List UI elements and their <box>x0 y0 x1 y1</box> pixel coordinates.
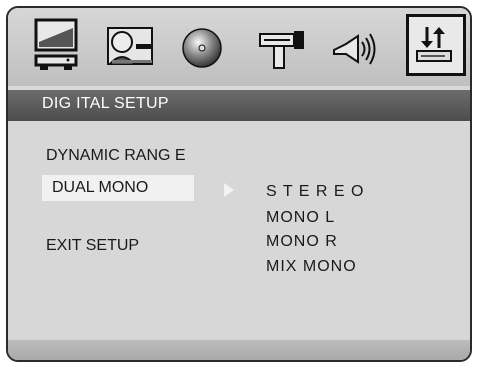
icon-toolbar <box>8 8 470 86</box>
submenu-arrow-icon <box>224 183 234 197</box>
disc-icon[interactable] <box>178 14 238 76</box>
osd-window: DIG ITAL SETUP DYNAMIC RANG E DUAL MONO … <box>6 6 472 362</box>
option-stereo[interactable]: S T E R E O <box>266 183 364 201</box>
section-header: DIG ITAL SETUP <box>8 90 470 121</box>
speaker-sound-icon[interactable] <box>328 14 388 76</box>
menu-item-exit-setup[interactable]: EXIT SETUP <box>46 237 139 255</box>
footer-bar <box>8 340 470 360</box>
menu-panel: DYNAMIC RANG E DUAL MONO EXIT SETUP S T … <box>8 121 470 343</box>
option-mono-l[interactable]: MONO L <box>266 209 335 227</box>
video-camera-icon[interactable] <box>254 14 314 76</box>
option-mix-mono[interactable]: MIX MONO <box>266 258 357 276</box>
page-title: DIG ITAL SETUP <box>42 95 169 112</box>
tv-monitor-icon[interactable] <box>30 14 90 76</box>
option-mono-r[interactable]: MONO R <box>266 233 338 251</box>
person-settings-icon[interactable] <box>102 14 162 76</box>
digital-setup-icon[interactable] <box>406 14 466 76</box>
menu-item-dual-mono[interactable]: DUAL MONO <box>42 175 195 201</box>
menu-item-dynamic-range[interactable]: DYNAMIC RANG E <box>46 147 186 165</box>
